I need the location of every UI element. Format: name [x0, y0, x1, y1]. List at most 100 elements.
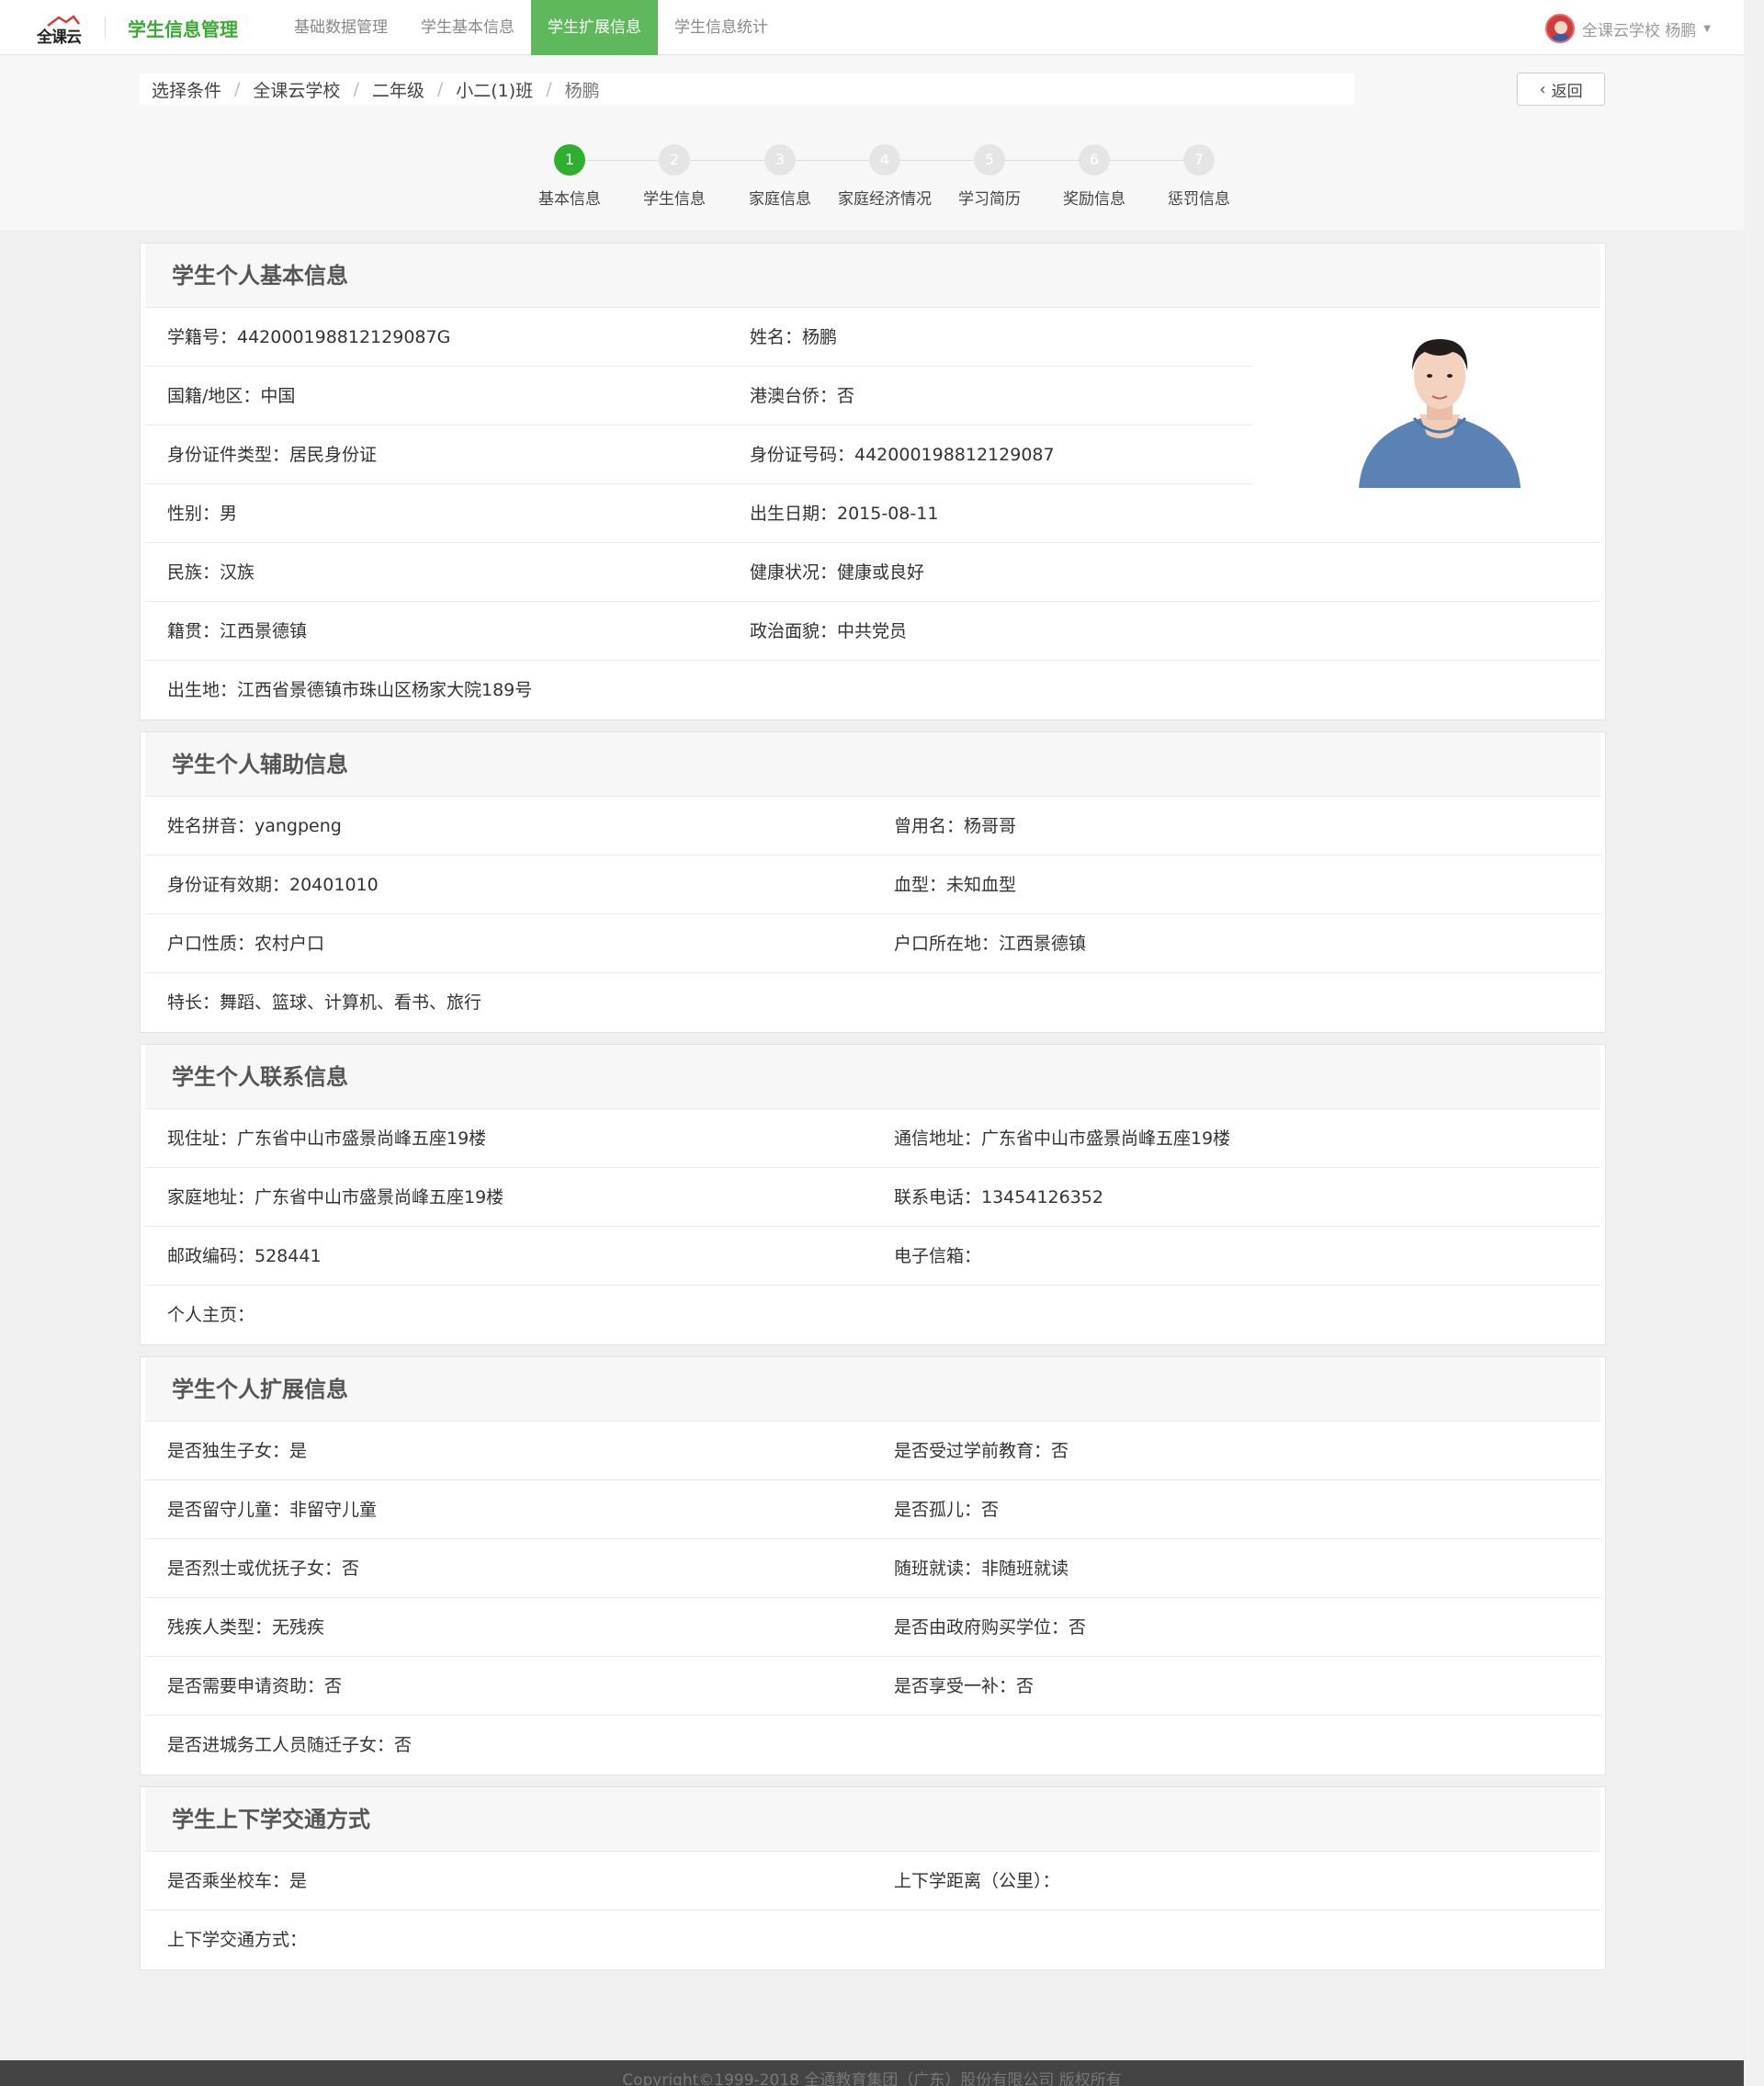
- nav-item-basic-data[interactable]: 基础数据管理: [277, 0, 404, 55]
- step-family-info[interactable]: 3 家庭信息: [725, 138, 835, 209]
- field-orphan: 是否孤儿：否: [894, 1500, 1000, 1520]
- field-pinyin: 姓名拼音：yangpeng: [167, 816, 342, 836]
- breadcrumb-item[interactable]: 小二(1)班: [456, 77, 533, 102]
- info-row: 身份证件类型：居民身份证 身份证号码：442000198812129087: [145, 425, 1252, 484]
- step-rewards[interactable]: 6 奖励信息: [1039, 138, 1149, 209]
- nav-item-student-basic[interactable]: 学生基本信息: [404, 0, 531, 55]
- field-birthdate: 出生日期：2015-08-11: [750, 504, 939, 524]
- back-button[interactable]: ‹ 返回: [1517, 73, 1605, 106]
- field-postal-code: 邮政编码：528441: [167, 1246, 322, 1266]
- field-migrant-worker-child: 是否进城务工人员随迁子女：否: [167, 1735, 413, 1755]
- student-photo: [1357, 323, 1522, 488]
- field-martyr-child: 是否烈士或优抚子女：否: [167, 1559, 360, 1579]
- field-id-type: 身份证件类型：居民身份证: [167, 445, 378, 465]
- main-nav: 基础数据管理 学生基本信息 学生扩展信息 学生信息统计: [277, 0, 785, 55]
- info-row: 现住址：广东省中山市盛景尚峰五座19楼 通信地址：广东省中山市盛景尚峰五座19楼: [145, 1109, 1600, 1168]
- info-row: 国籍/地区：中国 港澳台侨：否: [145, 367, 1252, 425]
- step-study-resume[interactable]: 5 学习简历: [934, 138, 1045, 209]
- field-overseas-chinese: 港澳台侨：否: [750, 386, 855, 406]
- field-gender: 性别：男: [167, 504, 238, 524]
- field-blood-type: 血型：未知血型: [894, 875, 1017, 895]
- field-financial-aid: 是否需要申请资助：否: [167, 1676, 343, 1696]
- field-political-status: 政治面貌：中共党员: [750, 621, 908, 641]
- breadcrumb-separator: /: [353, 79, 359, 99]
- info-row: 民族：汉族 健康状况：健康或良好: [145, 543, 1600, 602]
- field-birthplace: 出生地：江西省景德镇市珠山区杨家大院189号: [167, 680, 533, 700]
- field-id-number: 身份证号码：442000198812129087: [750, 445, 1055, 465]
- field-inclusive-class: 随班就读：非随班就读: [894, 1559, 1069, 1579]
- info-row: 上下学交通方式：: [145, 1910, 1600, 1969]
- field-id-validity: 身份证有效期：20401010: [167, 875, 379, 895]
- info-row: 是否烈士或优抚子女：否 随班就读：非随班就读: [145, 1539, 1600, 1598]
- field-household-type: 户口性质：农村户口: [167, 934, 325, 954]
- panel-extended-info: 学生个人扩展信息 是否独生子女：是 是否受过学前教育：否 是否留守儿童：非留守儿…: [140, 1356, 1606, 1775]
- info-row: 性别：男 出生日期：2015-08-11: [145, 484, 1600, 543]
- user-name: 全课云学校 杨鹏: [1581, 21, 1697, 40]
- step-number: 6: [1079, 144, 1110, 176]
- step-label: 惩罚信息: [1168, 190, 1230, 209]
- field-current-address: 现住址：广东省中山市盛景尚峰五座19楼: [167, 1128, 487, 1149]
- step-number: 3: [764, 144, 796, 176]
- nav-item-student-extended[interactable]: 学生扩展信息: [531, 0, 658, 55]
- panel-title: 学生个人联系信息: [145, 1045, 1600, 1109]
- step-label: 学生信息: [643, 190, 706, 209]
- field-preschool: 是否受过学前教育：否: [894, 1441, 1069, 1461]
- logo[interactable]: 全课云: [37, 15, 85, 47]
- info-row: 学籍号：442000198812129087G 姓名：杨鹏: [145, 308, 1252, 367]
- breadcrumb-item[interactable]: 全课云学校: [253, 77, 340, 102]
- step-basic-info[interactable]: 1 基本信息: [514, 138, 625, 209]
- footer: Copyright©1999-2018 全通教育集团（广东）股份有限公司 版权所…: [0, 2060, 1744, 2086]
- field-email: 电子信箱：: [894, 1246, 982, 1266]
- field-mailing-address: 通信地址：广东省中山市盛景尚峰五座19楼: [894, 1128, 1231, 1149]
- info-row: 是否进城务工人员随迁子女：否: [145, 1716, 1600, 1774]
- info-row: 是否乘坐校车：是 上下学距离（公里）：: [145, 1852, 1600, 1910]
- info-row: 户口性质：农村户口 户口所在地：江西景德镇: [145, 914, 1600, 973]
- chevron-left-icon: ‹: [1539, 79, 1546, 99]
- step-family-economy[interactable]: 4 家庭经济情况: [830, 138, 940, 209]
- step-student-info[interactable]: 2 学生信息: [619, 138, 729, 209]
- field-home-address: 家庭地址：广东省中山市盛景尚峰五座19楼: [167, 1187, 504, 1207]
- panel-auxiliary-info: 学生个人辅助信息 姓名拼音：yangpeng 曾用名：杨哥哥 身份证有效期：20…: [140, 731, 1606, 1033]
- info-row: 残疾人类型：无残疾 是否由政府购买学位：否: [145, 1598, 1600, 1657]
- info-row: 身份证有效期：20401010 血型：未知血型: [145, 856, 1600, 914]
- breadcrumb-current: 杨鹏: [564, 80, 600, 101]
- field-disability-type: 残疾人类型：无残疾: [167, 1617, 325, 1638]
- step-number: 2: [659, 144, 690, 176]
- user-menu[interactable]: 全课云学校 杨鹏 ▼: [1544, 13, 1711, 44]
- copyright-text: Copyright©1999-2018 全通教育集团（广东）股份有限公司 版权所…: [622, 2071, 1122, 2086]
- breadcrumb: 选择条件 / 全课云学校 / 二年级 / 小二(1)班 / 杨鹏: [140, 74, 1354, 105]
- field-former-name: 曾用名：杨哥哥: [894, 816, 1017, 836]
- nav-item-student-stats[interactable]: 学生信息统计: [658, 0, 785, 55]
- info-row: 个人主页：: [145, 1286, 1600, 1344]
- field-nationality: 国籍/地区：中国: [167, 386, 296, 406]
- chevron-down-icon: ▼: [1703, 23, 1711, 34]
- info-row: 是否留守儿童：非留守儿童 是否孤儿：否: [145, 1480, 1600, 1539]
- info-row: 是否需要申请资助：否 是否享受一补：否: [145, 1657, 1600, 1716]
- panel-title: 学生个人基本信息: [145, 244, 1600, 308]
- breadcrumb-item[interactable]: 二年级: [372, 77, 424, 102]
- step-number: 5: [974, 144, 1005, 176]
- field-name: 姓名：杨鹏: [750, 327, 838, 347]
- info-row: 籍贯：江西景德镇 政治面貌：中共党员: [145, 602, 1600, 661]
- breadcrumb-item[interactable]: 选择条件: [152, 77, 221, 102]
- field-ethnicity: 民族：汉族: [167, 562, 255, 583]
- top-navbar: 全课云 学生信息管理 基础数据管理 学生基本信息 学生扩展信息 学生信息统计 全…: [0, 0, 1744, 55]
- step-punishments[interactable]: 7 惩罚信息: [1144, 138, 1254, 209]
- breadcrumb-separator: /: [546, 79, 552, 99]
- field-subsidy: 是否享受一补：否: [894, 1676, 1035, 1696]
- step-number: 4: [869, 144, 900, 176]
- student-portrait-image: [1359, 339, 1521, 488]
- field-homepage: 个人主页：: [167, 1305, 255, 1325]
- field-transport-mode: 上下学交通方式：: [167, 1930, 308, 1950]
- step-number: 1: [554, 144, 585, 176]
- step-label: 家庭经济情况: [838, 190, 932, 209]
- panel-basic-info: 学生个人基本信息 学籍号：442000198812129087G 姓名：杨鹏 国…: [140, 243, 1606, 720]
- field-government-seat: 是否由政府购买学位：否: [894, 1617, 1087, 1638]
- info-row: 是否独生子女：是 是否受过学前教育：否: [145, 1422, 1600, 1480]
- field-health: 健康状况：健康或良好: [750, 562, 925, 583]
- field-household-location: 户口所在地：江西景德镇: [894, 934, 1087, 954]
- panel-transport-info: 学生上下学交通方式 是否乘坐校车：是 上下学距离（公里）： 上下学交通方式：: [140, 1786, 1606, 1970]
- panel-title: 学生个人辅助信息: [145, 732, 1600, 797]
- info-row: 出生地：江西省景德镇市珠山区杨家大院189号: [145, 661, 1600, 720]
- app-title: 学生信息管理: [128, 18, 238, 40]
